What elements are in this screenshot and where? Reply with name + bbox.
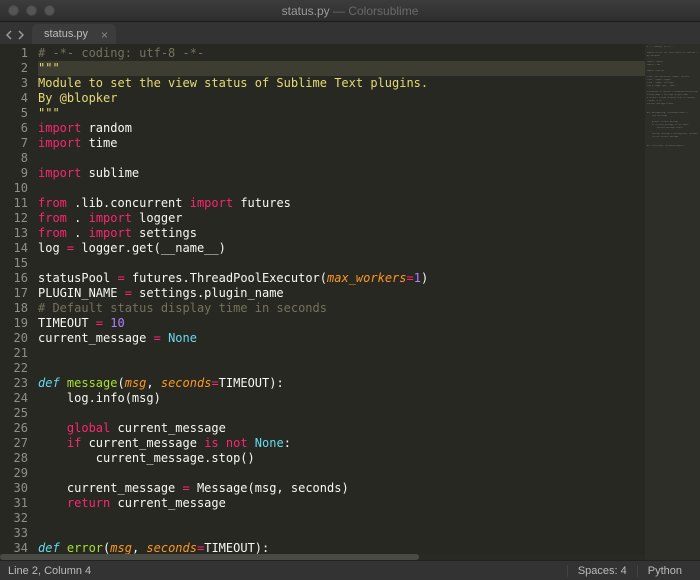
code-line[interactable]	[38, 346, 645, 361]
line-number: 32	[0, 511, 28, 526]
history-back-icon[interactable]	[4, 30, 14, 40]
syntax-setting[interactable]: Python	[637, 565, 692, 577]
line-number: 28	[0, 451, 28, 466]
scrollbar-thumb[interactable]	[0, 554, 419, 560]
editor: 1234567891011121314151617181920212223242…	[0, 44, 700, 560]
code-line[interactable]	[38, 361, 645, 376]
line-number: 15	[0, 256, 28, 271]
code-line[interactable]: import time	[38, 136, 645, 151]
code-line[interactable]	[38, 526, 645, 541]
status-bar: Line 2, Column 4 Spaces: 4 Python	[0, 560, 700, 580]
cursor-position[interactable]: Line 2, Column 4	[8, 565, 91, 577]
line-number: 27	[0, 436, 28, 451]
code-line[interactable]: current_message.stop()	[38, 451, 645, 466]
line-number: 29	[0, 466, 28, 481]
mac-titlebar: status.py — Colorsublime	[0, 0, 700, 22]
window-title: status.py — Colorsublime	[0, 4, 700, 18]
code-line[interactable]: current_message = None	[38, 331, 645, 346]
code-line[interactable]	[38, 151, 645, 166]
line-number: 22	[0, 361, 28, 376]
code-line[interactable]: from .lib.concurrent import futures	[38, 196, 645, 211]
tab-status-py[interactable]: status.py ×	[32, 24, 116, 44]
line-number: 7	[0, 136, 28, 151]
line-number-gutter: 1234567891011121314151617181920212223242…	[0, 44, 34, 560]
line-number: 9	[0, 166, 28, 181]
code-line[interactable]: """	[38, 106, 645, 121]
code-line[interactable]: return current_message	[38, 496, 645, 511]
code-line[interactable]	[38, 256, 645, 271]
code-line[interactable]	[38, 181, 645, 196]
code-line[interactable]: # Default status display time in seconds	[38, 301, 645, 316]
line-number: 18	[0, 301, 28, 316]
code-line[interactable]: from . import settings	[38, 226, 645, 241]
line-number: 13	[0, 226, 28, 241]
line-number: 19	[0, 316, 28, 331]
line-number: 12	[0, 211, 28, 226]
history-forward-icon[interactable]	[16, 30, 26, 40]
code-line[interactable]: By @blopker	[38, 91, 645, 106]
line-number: 10	[0, 181, 28, 196]
minimap[interactable]: # -*- coding: utf-8 -*-"""Module to set …	[645, 44, 700, 560]
line-number: 24	[0, 391, 28, 406]
code-line[interactable]: log = logger.get(__name__)	[38, 241, 645, 256]
code-line[interactable]	[38, 466, 645, 481]
line-number: 8	[0, 151, 28, 166]
tab-bar: status.py ×	[0, 22, 700, 44]
line-number: 33	[0, 526, 28, 541]
line-number: 16	[0, 271, 28, 286]
code-area[interactable]: # -*- coding: utf-8 -*-"""Module to set …	[34, 44, 645, 560]
code-line[interactable]: log.info(msg)	[38, 391, 645, 406]
code-line[interactable]: from . import logger	[38, 211, 645, 226]
code-line[interactable]	[38, 511, 645, 526]
line-number: 31	[0, 496, 28, 511]
code-line[interactable]: """	[38, 61, 645, 76]
line-number: 23	[0, 376, 28, 391]
code-line[interactable]: statusPool = futures.ThreadPoolExecutor(…	[38, 271, 645, 286]
line-number: 5	[0, 106, 28, 121]
code-line[interactable]: TIMEOUT = 10	[38, 316, 645, 331]
line-number: 6	[0, 121, 28, 136]
window-title-app: Colorsublime	[348, 4, 418, 18]
window-title-file: status.py	[282, 4, 330, 18]
line-number: 14	[0, 241, 28, 256]
code-line[interactable]: PLUGIN_NAME = settings.plugin_name	[38, 286, 645, 301]
code-line[interactable]: current_message = Message(msg, seconds)	[38, 481, 645, 496]
minimize-window-icon[interactable]	[26, 5, 37, 16]
code-line[interactable]: import random	[38, 121, 645, 136]
tab-label: status.py	[44, 28, 88, 40]
close-window-icon[interactable]	[8, 5, 19, 16]
code-line[interactable]: global current_message	[38, 421, 645, 436]
code-line[interactable]: if current_message is not None:	[38, 436, 645, 451]
indent-setting[interactable]: Spaces: 4	[567, 565, 637, 577]
line-number: 21	[0, 346, 28, 361]
line-number: 11	[0, 196, 28, 211]
line-number: 26	[0, 421, 28, 436]
zoom-window-icon[interactable]	[44, 5, 55, 16]
line-number: 1	[0, 46, 28, 61]
line-number: 2	[0, 61, 28, 76]
code-line[interactable]: def message(msg, seconds=TIMEOUT):	[38, 376, 645, 391]
line-number: 20	[0, 331, 28, 346]
horizontal-scrollbar[interactable]	[0, 554, 645, 560]
code-line[interactable]: Module to set the view status of Sublime…	[38, 76, 645, 91]
code-line[interactable]: import sublime	[38, 166, 645, 181]
code-line[interactable]: # -*- coding: utf-8 -*-	[38, 46, 645, 61]
code-line[interactable]	[38, 406, 645, 421]
line-number: 30	[0, 481, 28, 496]
line-number: 25	[0, 406, 28, 421]
close-icon[interactable]: ×	[101, 28, 108, 42]
line-number: 4	[0, 91, 28, 106]
traffic-lights	[8, 5, 55, 16]
line-number: 17	[0, 286, 28, 301]
line-number: 3	[0, 76, 28, 91]
